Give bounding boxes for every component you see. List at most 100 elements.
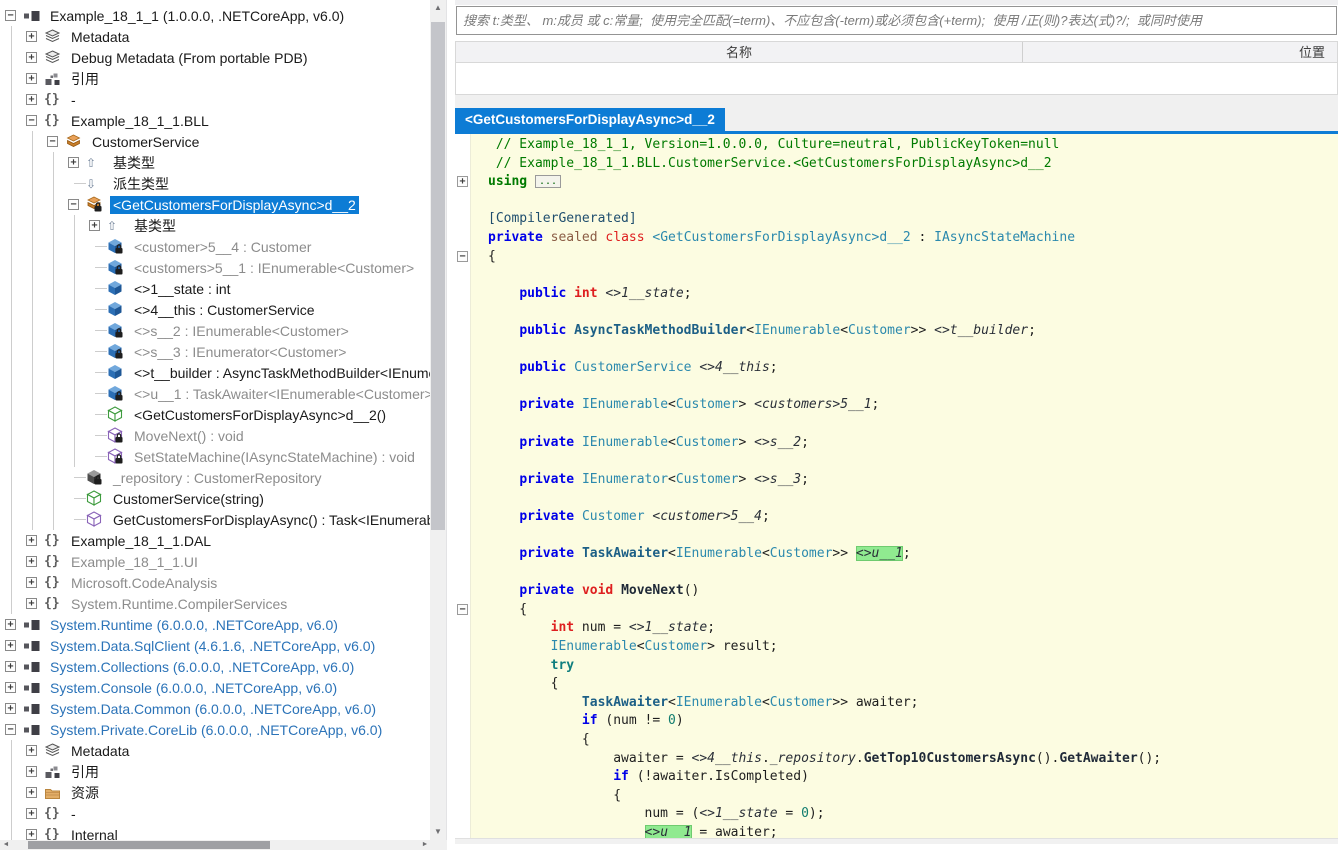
search-input[interactable] bbox=[456, 6, 1337, 35]
expand-expander-icon[interactable]: + bbox=[26, 94, 37, 105]
fold-collapse-icon[interactable]: − bbox=[457, 250, 468, 262]
expand-expander-icon[interactable]: + bbox=[26, 73, 37, 84]
tree-row[interactable]: + {} Example_18_1_1.UI bbox=[2, 551, 431, 572]
tree-row[interactable]: <>u__1 : TaskAwaiter<IEnumerable<Custome… bbox=[2, 383, 431, 404]
collapse-expander-icon[interactable]: − bbox=[68, 199, 79, 210]
expand-expander-icon[interactable]: + bbox=[5, 682, 16, 693]
tree-row[interactable]: + {} - bbox=[2, 89, 431, 110]
tree-row[interactable]: + System.Runtime (6.0.0.0, .NETCoreApp, v… bbox=[2, 614, 431, 635]
tree-row[interactable]: CustomerService(string) bbox=[2, 488, 431, 509]
collapse-expander-icon[interactable]: − bbox=[47, 136, 58, 147]
tree-row[interactable]: <>s__2 : IEnumerable<Customer> bbox=[2, 320, 431, 341]
tree-row[interactable]: + System.Data.Common (6.0.0.0, .NETCoreAp… bbox=[2, 698, 431, 719]
tree-row[interactable]: <GetCustomersForDisplayAsync>d__2() bbox=[2, 404, 431, 425]
code-token: ; bbox=[1028, 322, 1036, 338]
tab-getcustomersfordisplayasync[interactable]: <GetCustomersForDisplayAsync>d__2 bbox=[455, 108, 725, 131]
tree-row[interactable]: <>s__3 : IEnumerator<Customer> bbox=[2, 341, 431, 362]
collapse-expander-icon[interactable]: − bbox=[26, 115, 37, 126]
tree-guide-stub bbox=[95, 267, 107, 268]
expand-expander-icon[interactable]: + bbox=[26, 31, 37, 42]
tree-row[interactable]: + 引用 bbox=[2, 761, 431, 782]
expand-expander-icon[interactable]: + bbox=[26, 766, 37, 777]
scroll-up-icon[interactable]: ▲ bbox=[430, 0, 446, 16]
expand-expander-icon[interactable]: + bbox=[26, 556, 37, 567]
expand-expander-icon[interactable]: + bbox=[89, 220, 100, 231]
tree-row[interactable]: <customers>5__1 : IEnumerable<Customer> bbox=[2, 257, 431, 278]
column-header-name[interactable]: 名称 bbox=[456, 42, 1023, 62]
tree-row[interactable]: _repository : CustomerRepository bbox=[2, 467, 431, 488]
tree-row[interactable]: ⇩ 派生类型 bbox=[2, 173, 431, 194]
tree-row[interactable]: <customer>5__4 : Customer bbox=[2, 236, 431, 257]
tree-row[interactable]: <>t__builder : AsyncTaskMethodBuilder<IE… bbox=[2, 362, 431, 383]
tree-row[interactable]: − CustomerService bbox=[2, 131, 431, 152]
column-header-location[interactable]: 位置 bbox=[1023, 42, 1337, 62]
tree-guide-line bbox=[65, 278, 86, 299]
code-token: Customer bbox=[769, 694, 833, 710]
tree-row[interactable]: <>4__this : CustomerService bbox=[2, 299, 431, 320]
tree-row[interactable]: + {} Microsoft.CodeAnalysis bbox=[2, 572, 431, 593]
tree-row[interactable]: + System.Collections (6.0.0.0, .NETCoreAp… bbox=[2, 656, 431, 677]
tree-guide-line bbox=[23, 362, 44, 383]
namespace-icon: {} bbox=[44, 113, 60, 128]
tree-vertical-scrollbar[interactable]: ▲ ▼ bbox=[430, 0, 446, 840]
tree-row[interactable]: + Metadata bbox=[2, 26, 431, 47]
tree-row[interactable]: −{} Example_18_1_1.BLL bbox=[2, 110, 431, 131]
tree-row[interactable]: SetStateMachine(IAsyncStateMachine) : vo… bbox=[2, 446, 431, 467]
expand-expander-icon[interactable]: + bbox=[26, 808, 37, 819]
scroll-right-icon[interactable]: ► bbox=[419, 840, 431, 850]
tree-row[interactable]: + {} System.Runtime.CompilerServices bbox=[2, 593, 431, 614]
tree-row[interactable]: + {} Internal bbox=[2, 824, 431, 840]
collapse-expander-icon[interactable]: − bbox=[5, 724, 16, 735]
tree-horizontal-scrollbar[interactable]: ◄ ► bbox=[0, 840, 447, 850]
search-results-list[interactable] bbox=[456, 63, 1337, 94]
code-horizontal-scrollbar[interactable] bbox=[455, 838, 1338, 844]
tree-row[interactable]: − <GetCustomersForDisplayAsync>d__2 bbox=[2, 194, 431, 215]
code-line: private Customer <customer>5__4; bbox=[455, 508, 1338, 527]
expand-expander-icon[interactable]: + bbox=[5, 619, 16, 630]
tree-row[interactable]: + System.Console (6.0.0.0, .NETCoreApp, v… bbox=[2, 677, 431, 698]
expand-expander-icon[interactable]: + bbox=[26, 829, 37, 840]
tree-row[interactable]: MoveNext() : void bbox=[2, 425, 431, 446]
collapsed-region-box[interactable]: ... bbox=[534, 175, 562, 189]
code-token: < bbox=[840, 322, 849, 338]
tree-row[interactable]: + 资源 bbox=[2, 782, 431, 803]
tree-row[interactable]: + ⇧ 基类型 bbox=[2, 215, 431, 236]
scroll-down-icon[interactable]: ▼ bbox=[430, 824, 446, 840]
expand-expander-icon[interactable]: + bbox=[26, 535, 37, 546]
tree-item-label: <GetCustomersForDisplayAsync>d__2 bbox=[110, 195, 359, 214]
tree-row[interactable]: + Debug Metadata (From portable PDB) bbox=[2, 47, 431, 68]
tree-row[interactable]: <>1__state : int bbox=[2, 278, 431, 299]
expand-expander-icon[interactable]: + bbox=[5, 703, 16, 714]
expand-expander-icon[interactable]: + bbox=[26, 52, 37, 63]
tree-row[interactable]: + {} - bbox=[2, 803, 431, 824]
tree-hscroll-thumb[interactable] bbox=[28, 841, 270, 849]
assembly-tree[interactable]: − Example_18_1_1 (1.0.0.0, .NETCoreApp, v… bbox=[0, 0, 431, 840]
tree-row[interactable]: + Metadata bbox=[2, 740, 431, 761]
expand-expander-icon[interactable]: + bbox=[26, 787, 37, 798]
tree-item-label: <customers>5__1 : IEnumerable<Customer> bbox=[134, 259, 415, 276]
expand-expander-icon[interactable]: + bbox=[26, 598, 37, 609]
tree-row[interactable]: GetCustomersForDisplayAsync() : Task<IEn… bbox=[2, 509, 431, 530]
tree-vscroll-thumb[interactable] bbox=[431, 22, 445, 530]
code-token: IEnumerable bbox=[754, 322, 841, 338]
tree-row[interactable]: + {} Example_18_1_1.DAL bbox=[2, 530, 431, 551]
code-token: : bbox=[910, 229, 935, 245]
tree-item-label: 基类型 bbox=[113, 154, 155, 171]
expand-expander-icon[interactable]: + bbox=[26, 577, 37, 588]
expand-expander-icon[interactable]: + bbox=[5, 640, 16, 651]
fold-expand-icon[interactable]: + bbox=[457, 176, 468, 188]
code-editor[interactable]: // Example_18_1_1, Version=1.0.0.0, Cult… bbox=[455, 134, 1338, 838]
expand-expander-icon[interactable]: + bbox=[26, 745, 37, 756]
tree-row[interactable]: + System.Data.SqlClient (4.6.1.6, .NETCor… bbox=[2, 635, 431, 656]
tree-row[interactable]: − System.Private.CoreLib (6.0.0.0, .NETCo… bbox=[2, 719, 431, 740]
expand-expander-icon[interactable]: + bbox=[68, 157, 79, 168]
fold-collapse-icon[interactable]: − bbox=[457, 603, 468, 615]
collapse-expander-icon[interactable]: − bbox=[5, 10, 16, 21]
tree-row[interactable]: + 引用 bbox=[2, 68, 431, 89]
tree-row[interactable]: + ⇧ 基类型 bbox=[2, 152, 431, 173]
tree-row[interactable]: − Example_18_1_1 (1.0.0.0, .NETCoreApp, v… bbox=[2, 5, 431, 26]
expand-expander-icon[interactable]: + bbox=[5, 661, 16, 672]
scroll-left-icon[interactable]: ◄ bbox=[0, 840, 12, 850]
